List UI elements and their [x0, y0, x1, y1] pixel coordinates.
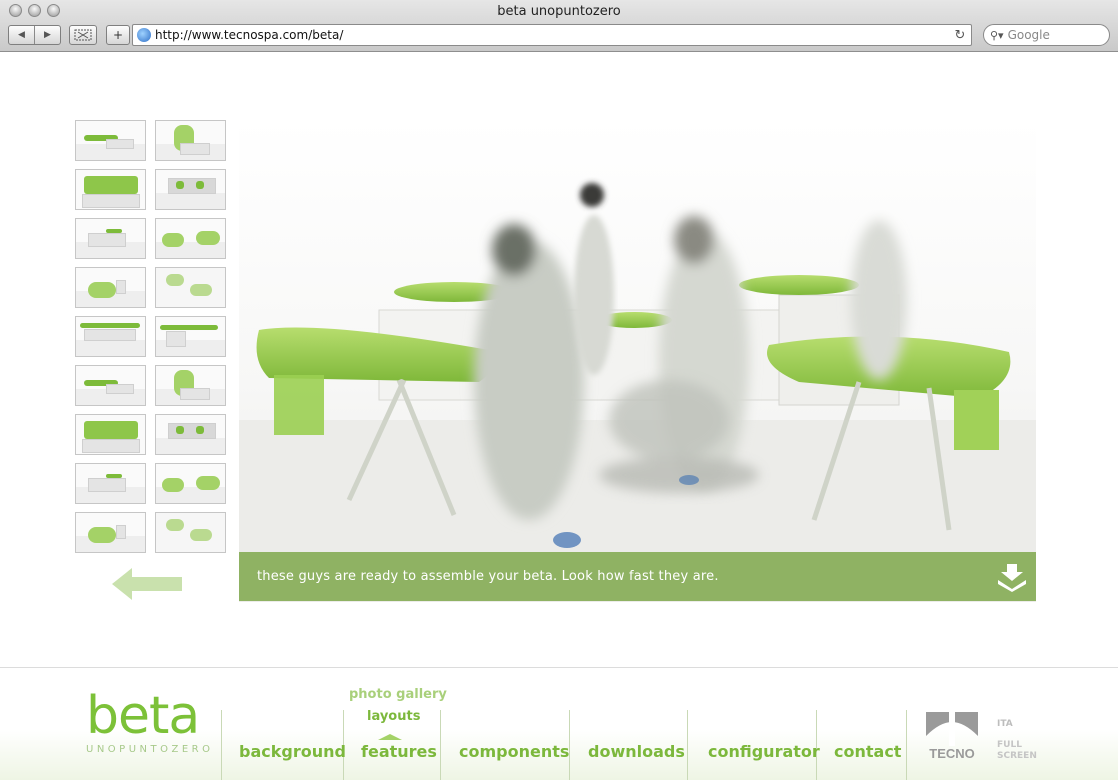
search-placeholder: Google [1007, 28, 1050, 42]
address-bar[interactable]: http://www.tecnospa.com/beta/ ↻ [132, 24, 972, 46]
forward-button[interactable]: ▶ [34, 26, 60, 44]
gallery-thumbnail[interactable] [75, 267, 146, 308]
fullscreen-line-1: FULL [997, 740, 1022, 750]
footer-navigation: beta UNOPUNTOZERO photo gallery layouts … [0, 667, 1118, 780]
tecno-wordmark: TECNO [929, 746, 975, 761]
gallery-thumbnail[interactable] [75, 218, 146, 259]
gallery-thumbnail[interactable] [155, 512, 226, 553]
gallery-thumbnail[interactable] [75, 414, 146, 455]
gallery-thumbnail[interactable] [155, 316, 226, 357]
window-title: beta unopuntozero [497, 4, 621, 19]
fullscreen-link[interactable]: FULL SCREEN [997, 740, 1037, 762]
nav-configurator[interactable]: configurator [708, 742, 820, 761]
gallery-thumbnail[interactable] [75, 169, 146, 210]
beta-logo[interactable]: beta UNOPUNTOZERO [86, 690, 213, 755]
history-buttons: ◀ ▶ [8, 25, 61, 45]
nav-divider [906, 710, 907, 780]
gallery-thumbnail[interactable] [75, 512, 146, 553]
browser-chrome: beta unopuntozero ◀ ▶ + http://www.tecno… [0, 0, 1118, 52]
tecno-logo[interactable]: TECNO [924, 710, 980, 762]
download-icon[interactable] [997, 562, 1027, 592]
snippet-button[interactable] [69, 25, 97, 45]
nav-divider [687, 710, 688, 780]
gallery-photo [239, 120, 1036, 602]
language-ita-link[interactable]: ITA [997, 719, 1013, 729]
reload-icon[interactable]: ↻ [949, 28, 971, 43]
gallery-thumbnail[interactable] [75, 365, 146, 406]
nav-background[interactable]: background [239, 742, 346, 761]
gallery-thumbnail[interactable] [155, 463, 226, 504]
subnav-layouts[interactable]: layouts [349, 706, 447, 728]
subnav: photo gallery layouts [349, 684, 447, 728]
subnav-photo-gallery[interactable]: photo gallery [349, 684, 447, 706]
back-button[interactable]: ◀ [9, 26, 34, 44]
nav-features[interactable]: features [361, 742, 437, 761]
page-content: these guys are ready to assemble your be… [0, 53, 1118, 780]
gallery-thumbnail[interactable] [155, 218, 226, 259]
scissors-icon [74, 29, 92, 41]
caption-bar: these guys are ready to assemble your be… [239, 552, 1036, 601]
plus-icon: + [112, 28, 124, 42]
gallery-thumbnail[interactable] [155, 365, 226, 406]
nav-divider [440, 710, 441, 780]
gallery-thumbnail[interactable] [155, 169, 226, 210]
logo-subtitle: UNOPUNTOZERO [86, 744, 214, 755]
gallery-thumbnail[interactable] [155, 414, 226, 455]
gallery-thumbnail[interactable] [155, 267, 226, 308]
gallery-thumbnail[interactable] [75, 120, 146, 161]
nav-contact[interactable]: contact [834, 742, 901, 761]
nav-downloads[interactable]: downloads [588, 742, 685, 761]
fullscreen-line-2: SCREEN [997, 751, 1037, 761]
office-scene-image [239, 183, 1036, 602]
gallery-thumbnail[interactable] [155, 120, 226, 161]
gallery-thumbnail[interactable] [75, 316, 146, 357]
nav-components[interactable]: components [459, 742, 569, 761]
add-bookmark-button[interactable]: + [106, 25, 130, 45]
url-text[interactable]: http://www.tecnospa.com/beta/ [155, 28, 949, 42]
back-icon: ◀ [18, 30, 25, 40]
globe-icon [137, 28, 151, 42]
photo-caption: these guys are ready to assemble your be… [257, 569, 719, 584]
logo-word: beta [86, 686, 200, 746]
subnav-caret-icon [378, 734, 402, 740]
search-icon: ⚲▾ [990, 28, 1004, 42]
previous-arrow-icon[interactable] [112, 568, 182, 600]
nav-divider [221, 710, 222, 780]
gallery-thumbnail[interactable] [75, 463, 146, 504]
forward-icon: ▶ [44, 30, 51, 40]
search-input[interactable]: ⚲▾ Google [983, 24, 1110, 46]
